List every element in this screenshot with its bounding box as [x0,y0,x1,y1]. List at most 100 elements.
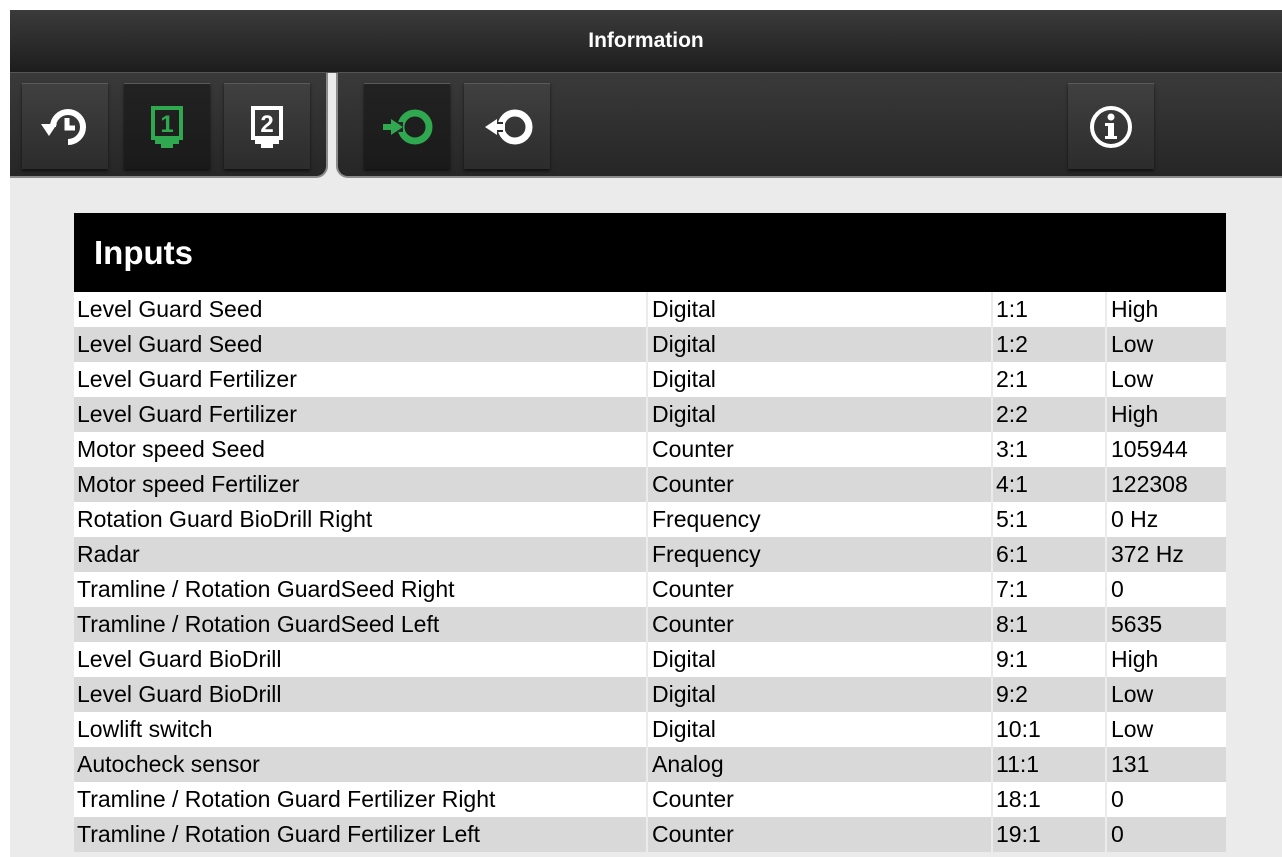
inputs-button[interactable] [364,83,450,169]
input-name-cell: Motor speed Seed [74,432,648,467]
input-channel-cell: 2:1 [993,362,1107,397]
table-row[interactable]: Motor speed Seed Counter 3:1 105944 [74,432,1226,467]
input-name-cell: Tramline / Rotation GuardSeed Left [74,607,648,642]
info-button[interactable] [1068,83,1154,169]
input-value-cell: Low [1111,366,1154,392]
input-channel-cell: 9:1 [993,642,1107,677]
history-back-icon [41,108,86,145]
input-type-cell: Digital [648,712,993,747]
input-type-cell: Digital [648,327,993,362]
display-1-icon: 1 [151,105,183,148]
table-row[interactable]: Tramline / Rotation GuardSeed Left Counte… [74,607,1226,642]
table-row[interactable]: Autocheck sensor Analog 11:1 131 [74,747,1226,782]
input-type-cell: Counter [648,572,993,607]
input-type-cell: Frequency [648,537,993,572]
input-channel-cell: 9:2 [993,677,1107,712]
toolbar-left-group: 1 2 [10,73,328,178]
input-name-cell: Tramline / Rotation Guard Fertilizer Lef… [74,817,648,852]
input-value-cell: 122308 [1111,471,1188,497]
input-value-cell: Low [1111,716,1154,742]
input-name-cell: Tramline / Rotation GuardSeed Right [74,572,648,607]
history-back-button[interactable] [22,83,108,169]
input-name-cell: Motor speed Fertilizer [74,467,648,502]
input-type-cell: Counter [648,607,993,642]
display-2-button[interactable]: 2 [224,83,310,169]
table-row[interactable]: Level Guard BioDrill Digital 9:1 High [74,642,1226,677]
inputs-list: Level Guard Seed Digital 1:1 High Level Guar… [74,292,1226,852]
input-type-cell: Digital [648,677,993,712]
input-name-cell: Level Guard Seed [74,292,648,327]
input-name-cell: Lowlift switch [74,712,648,747]
input-channel-cell: 6:1 [993,537,1107,572]
input-channel-cell: 3:1 [993,432,1107,467]
input-value-cell: Low [1111,331,1154,357]
panel-title: Inputs [74,213,1226,292]
input-value-cell: 5635 [1111,611,1163,637]
display-2-icon: 2 [251,105,283,148]
outputs-button[interactable] [464,83,550,169]
input-channel-cell: 5:1 [993,502,1107,537]
input-value-cell: High [1111,401,1159,427]
input-type-cell: Analog [648,747,993,782]
input-channel-cell: 1:2 [993,327,1107,362]
info-icon [1090,105,1132,148]
input-type-cell: Digital [648,642,993,677]
input-channel-cell: 1:1 [993,292,1107,327]
input-type-cell: Counter [648,432,993,467]
svg-text:2: 2 [260,111,273,138]
input-value-cell: High [1111,296,1159,322]
window-title: Information [588,29,704,52]
input-value-cell: 0 Hz [1111,506,1159,532]
svg-text:1: 1 [160,111,173,138]
table-row[interactable]: Tramline / Rotation Guard Fertilizer Rig… [74,782,1226,817]
input-value-cell: 0 [1111,786,1124,812]
input-name-cell: Tramline / Rotation Guard Fertilizer Rig… [74,782,648,817]
table-row[interactable]: Tramline / Rotation Guard Fertilizer Lef… [74,817,1226,852]
display-1-button[interactable]: 1 [124,83,210,169]
input-channel-cell: 10:1 [993,712,1107,747]
inputs-panel: Inputs Level Guard Seed Digital 1:1 High Lev… [74,213,1226,852]
input-name-cell: Autocheck sensor [74,747,648,782]
input-channel-cell: 18:1 [993,782,1107,817]
input-value-cell: 105944 [1111,436,1188,462]
table-row[interactable]: Lowlift switch Digital 10:1 Low [74,712,1226,747]
input-type-cell: Counter [648,817,993,852]
input-name-cell: Rotation Guard BioDrill Right [74,502,648,537]
input-name-cell: Level Guard BioDrill [74,677,648,712]
table-row[interactable]: Radar Frequency 6:1 372 Hz [74,537,1226,572]
input-cycle-icon [383,109,433,144]
table-row[interactable]: Level Guard Fertilizer Digital 2:1 Low [74,362,1226,397]
input-channel-cell: 2:2 [993,397,1107,432]
table-row[interactable]: Level Guard Seed Digital 1:2 Low [74,327,1226,362]
title-bar: Information [10,10,1282,73]
table-row[interactable]: Rotation Guard BioDrill Right Frequency 5:… [74,502,1226,537]
input-type-cell: Counter [648,782,993,817]
table-row[interactable]: Level Guard Fertilizer Digital 2:2 High [74,397,1226,432]
output-cycle-icon [485,109,533,144]
app-window: Information 1 2 Inputs Level Guard Seed … [10,10,1282,857]
input-name-cell: Radar [74,537,648,572]
input-channel-cell: 7:1 [993,572,1107,607]
input-channel-cell: 19:1 [993,817,1107,852]
input-type-cell: Counter [648,467,993,502]
table-row[interactable]: Motor speed Fertilizer Counter 4:1 122308 [74,467,1226,502]
input-value-cell: 0 [1111,576,1124,602]
input-type-cell: Frequency [648,502,993,537]
input-channel-cell: 11:1 [993,747,1107,782]
table-row[interactable]: Level Guard BioDrill Digital 9:2 Low [74,677,1226,712]
input-name-cell: Level Guard Fertilizer [74,362,648,397]
input-channel-cell: 8:1 [993,607,1107,642]
input-name-cell: Level Guard Fertilizer [74,397,648,432]
input-value-cell: High [1111,646,1159,672]
input-value-cell: 372 Hz [1111,541,1184,567]
input-value-cell: 131 [1111,751,1150,777]
input-value-cell: 0 [1111,821,1124,847]
input-name-cell: Level Guard BioDrill [74,642,648,677]
input-type-cell: Digital [648,362,993,397]
table-row[interactable]: Level Guard Seed Digital 1:1 High [74,292,1226,327]
input-type-cell: Digital [648,397,993,432]
toolbar: 1 2 [10,73,1282,190]
input-name-cell: Level Guard Seed [74,327,648,362]
table-row[interactable]: Tramline / Rotation GuardSeed Right Count… [74,572,1226,607]
input-channel-cell: 4:1 [993,467,1107,502]
